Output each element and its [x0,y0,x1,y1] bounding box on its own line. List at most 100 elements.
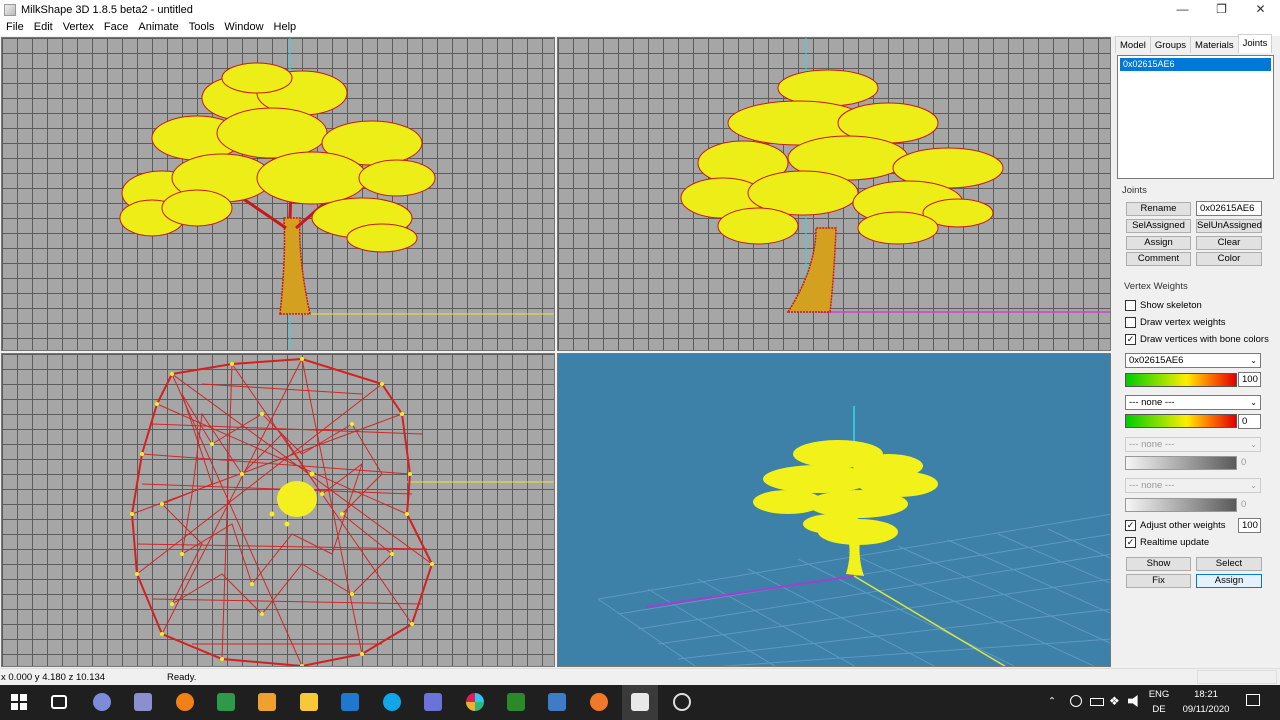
adjust-other-weights-checkbox[interactable]: ✓ Adjust other weights [1125,520,1226,531]
dropbox-icon[interactable]: ❖ [1109,694,1120,708]
menu-file[interactable]: File [0,19,28,36]
app-icon-2[interactable] [134,693,152,711]
battery-icon[interactable] [1090,698,1104,706]
clock-time: 18:21 [1194,689,1218,700]
bone1-weight-bar[interactable] [1125,373,1237,387]
bone2-select[interactable]: --- none --- ⌄ [1125,395,1261,410]
adjust-other-weights-field[interactable]: 100 [1238,518,1261,533]
app-icon-3[interactable] [217,693,235,711]
adjust-other-weights-box[interactable]: ✓ [1125,520,1136,531]
skype-icon[interactable] [383,693,401,711]
tab-joints[interactable]: Joints [1237,34,1273,53]
app-icon-1[interactable] [93,693,111,711]
status-panel [1197,670,1277,684]
app-icon-w[interactable] [507,693,525,711]
menu-help[interactable]: Help [268,19,301,36]
rename-button[interactable]: Rename [1126,202,1191,216]
draw-vertices-bone-colors-checkbox[interactable]: ✓ Draw vertices with bone colors [1125,334,1269,345]
draw-vertex-weights-label: Draw vertex weights [1140,317,1226,328]
network-icon[interactable] [1070,695,1082,707]
joints-list[interactable]: 0x02615AE6 [1117,55,1274,179]
tree-mesh-side [680,38,1110,313]
fix-button[interactable]: Fix [1126,574,1191,588]
bone4-select: --- none --- ⌄ [1125,478,1261,493]
window-title: MilkShape 3D 1.8.5 beta2 - untitled [21,3,193,16]
menu-edit[interactable]: Edit [28,19,57,36]
maximize-button[interactable]: ❐ [1202,0,1241,19]
draw-vertex-weights-checkbox[interactable]: Draw vertex weights [1125,317,1226,328]
menu-window[interactable]: Window [218,19,267,36]
show-skeleton-label: Show skeleton [1140,300,1202,311]
joint-list-item[interactable]: 0x02615AE6 [1120,58,1271,71]
task-view-icon[interactable] [51,695,67,709]
viewport-3d[interactable] [557,353,1111,667]
app-icon-4[interactable] [258,693,276,711]
firefox-icon[interactable] [176,693,194,711]
show-button[interactable]: Show [1126,557,1191,571]
tab-model[interactable]: Model [1115,36,1151,53]
app-icon-5[interactable] [548,693,566,711]
bone4-weight-bar [1125,498,1237,512]
status-coords: x 0.000 y 4.180 z 10.134 [1,672,106,683]
tree-render-3d [597,406,1110,666]
adjust-other-weights-label: Adjust other weights [1140,520,1226,531]
menu-tools[interactable]: Tools [183,19,219,36]
mail-icon[interactable] [341,693,359,711]
draw-vertices-bone-colors-box[interactable]: ✓ [1125,334,1136,345]
panel-tabs: Model Groups Materials Joints [1115,34,1273,53]
show-skeleton-box[interactable] [1125,300,1136,311]
sel-unassigned-button[interactable]: SelUnAssigned [1196,219,1262,233]
bone2-weight-field[interactable]: 0 [1238,414,1261,429]
language-indicator[interactable]: ENG DE [1148,689,1170,715]
viewport-top[interactable] [1,353,555,667]
assign-joint-button[interactable]: Assign [1126,236,1191,250]
bone3-value: --- none --- [1129,439,1175,450]
bone1-select[interactable]: 0x02615AE6 ⌄ [1125,353,1261,368]
bone1-weight-field[interactable]: 100 [1238,372,1261,387]
notifications-icon[interactable] [1246,694,1260,706]
clear-button[interactable]: Clear [1196,236,1262,250]
clock[interactable]: 18:21 09/11/2020 [1178,689,1234,715]
file-explorer-icon[interactable] [300,693,318,711]
joint-name-field[interactable]: 0x02615AE6 [1196,201,1262,216]
taskbar: ⌃ ❖ ENG DE 18:21 09/11/2020 [0,685,1280,720]
chevron-down-icon: ⌄ [1250,440,1257,449]
color-button[interactable]: Color [1196,252,1262,266]
chevron-up-icon[interactable]: ⌃ [1048,696,1056,707]
assign-weights-button[interactable]: Assign [1196,574,1262,588]
joints-group-label: Joints [1122,185,1147,196]
menu-vertex[interactable]: Vertex [57,19,98,36]
bone3-weight-value: 0 [1241,457,1247,468]
show-skeleton-checkbox[interactable]: Show skeleton [1125,300,1202,311]
chevron-down-icon: ⌄ [1250,356,1257,365]
realtime-update-box[interactable]: ✓ [1125,537,1136,548]
menu-face[interactable]: Face [98,19,132,36]
bone3-select: --- none --- ⌄ [1125,437,1261,452]
clock-date: 09/11/2020 [1182,704,1230,715]
comment-button[interactable]: Comment [1126,252,1191,266]
close-button[interactable]: ✕ [1241,0,1280,19]
menu-animate[interactable]: Animate [132,19,182,36]
select-button[interactable]: Select [1196,557,1262,571]
tree-mesh-top [130,357,554,666]
bone2-weight-bar[interactable] [1125,414,1237,428]
milkshape-icon[interactable] [631,693,649,711]
windows-start-icon[interactable] [11,694,27,710]
tab-materials[interactable]: Materials [1190,36,1239,53]
discord-icon[interactable] [424,693,442,711]
slack-icon[interactable] [466,693,484,711]
sel-assigned-button[interactable]: SelAssigned [1126,219,1191,233]
status-bar: x 0.000 y 4.180 z 10.134 Ready. [0,668,1280,685]
viewport-front[interactable] [1,37,555,351]
volume-icon[interactable] [1128,695,1138,707]
blender-icon[interactable] [590,693,608,711]
chevron-down-icon: ⌄ [1250,481,1257,490]
tab-groups[interactable]: Groups [1149,36,1192,53]
app-icon-6[interactable] [673,693,691,711]
viewport-side[interactable] [557,37,1111,351]
bone2-value: --- none --- [1129,397,1175,408]
draw-vertex-weights-box[interactable] [1125,317,1136,328]
realtime-update-checkbox[interactable]: ✓ Realtime update [1125,537,1209,548]
minimize-button[interactable]: — [1163,0,1202,19]
bone3-weight-bar [1125,456,1237,470]
